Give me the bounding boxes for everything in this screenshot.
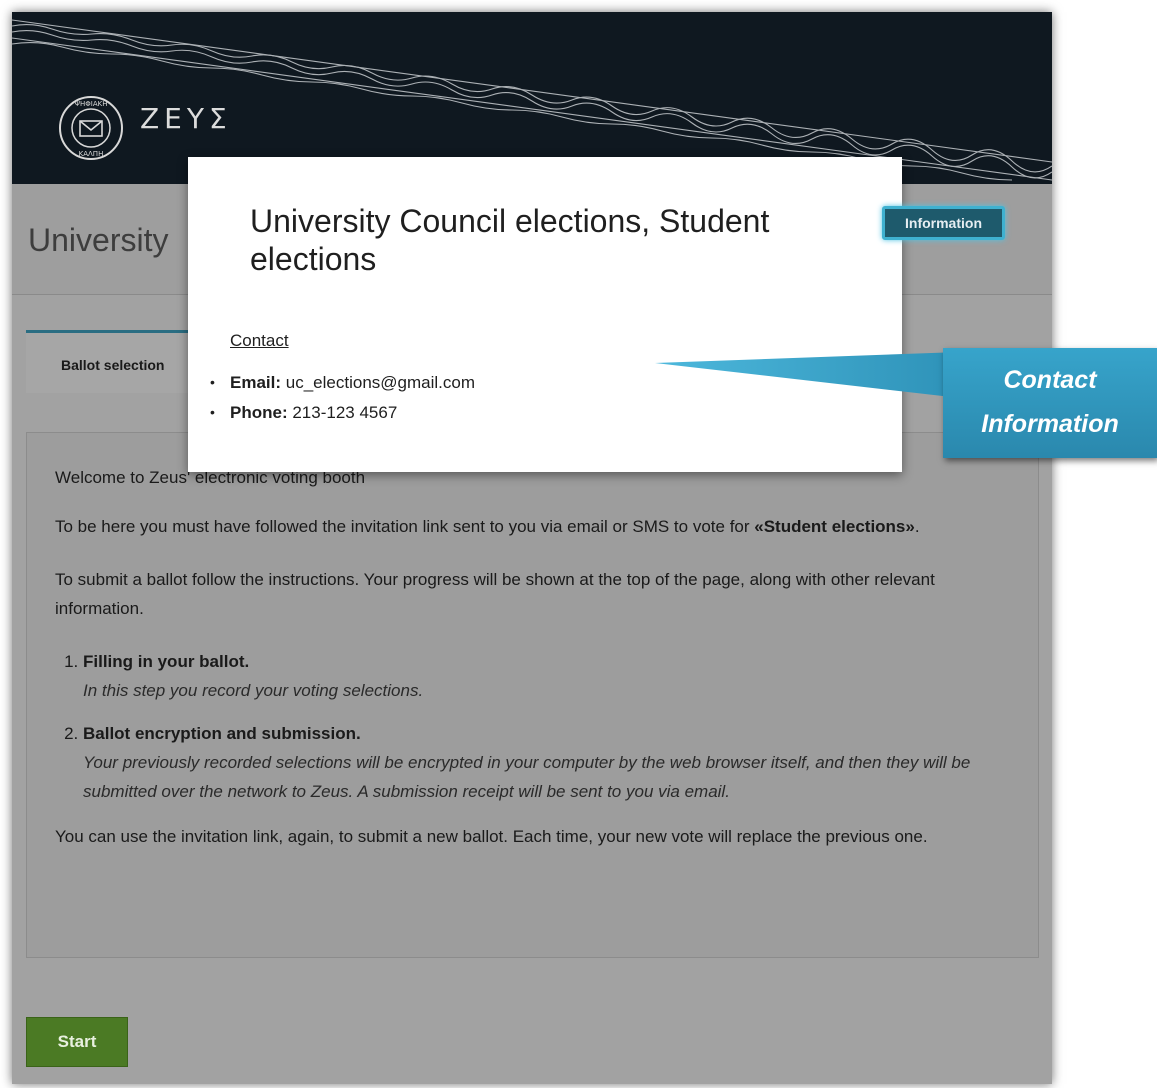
contact-information-callout: Contact Information: [943, 348, 1157, 458]
callout-line2: Information: [981, 410, 1119, 438]
callout-line1: Contact: [1003, 366, 1097, 394]
callout-pointer: [655, 352, 960, 398]
